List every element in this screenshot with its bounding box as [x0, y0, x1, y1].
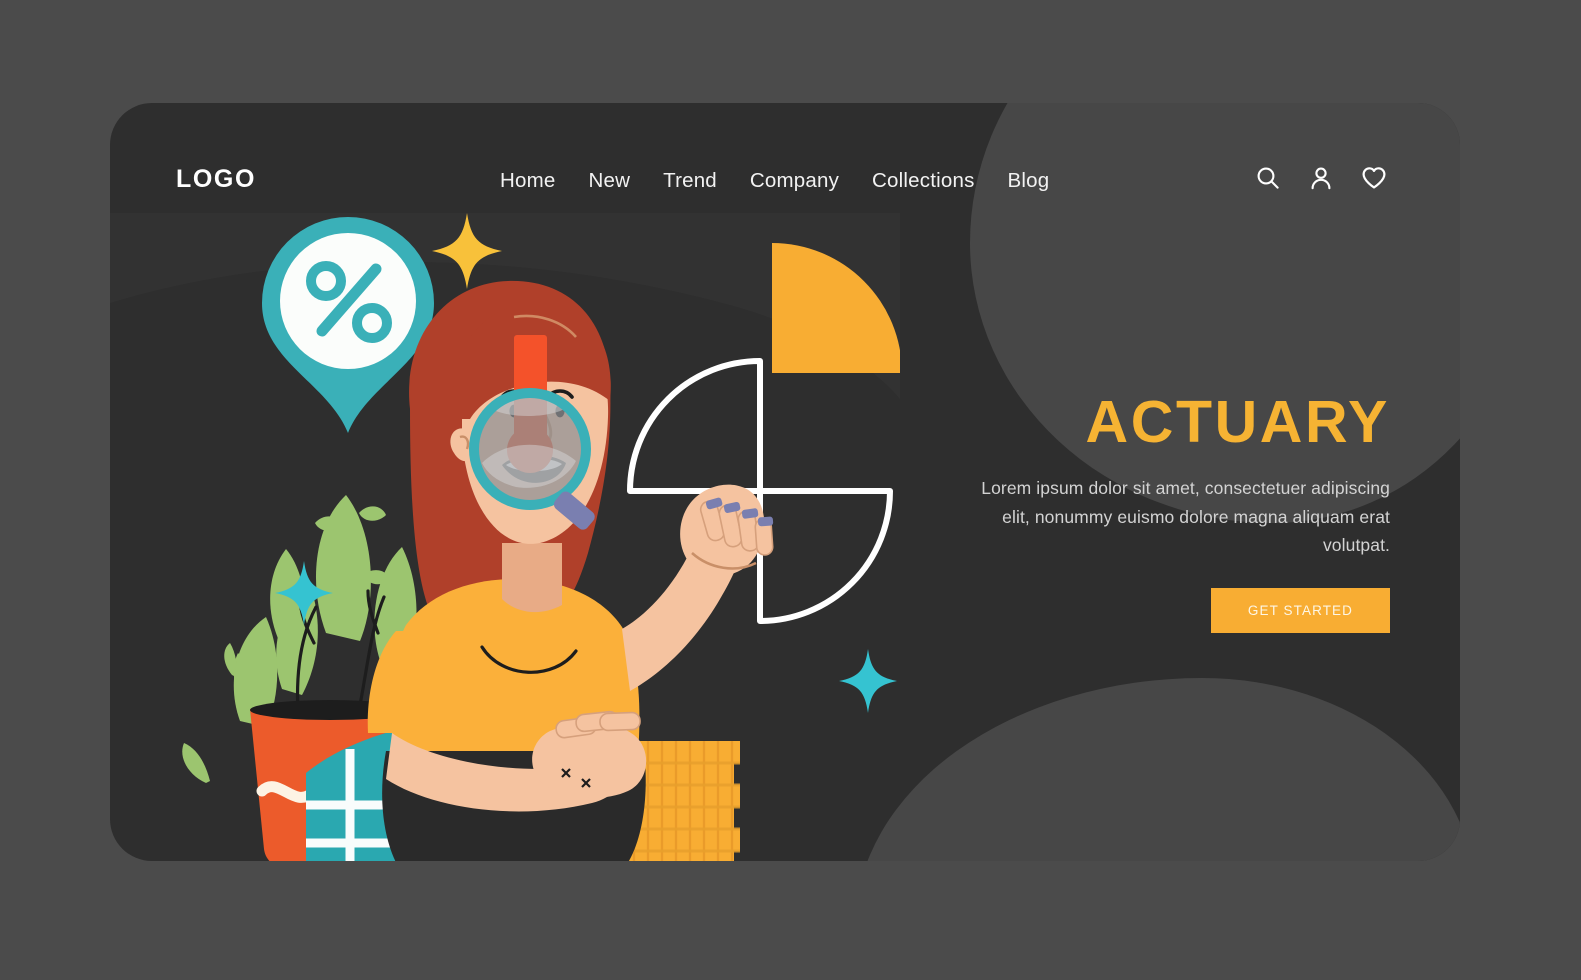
nav-link-home[interactable]: Home — [500, 169, 555, 193]
landing-card: LOGO Home New Trend Company Collections … — [110, 103, 1460, 861]
page-root: LOGO Home New Trend Company Collections … — [0, 0, 1581, 980]
actuary-hero-illustration — [110, 213, 900, 861]
decorative-blob-bottom — [855, 678, 1460, 861]
hero-text-block: ACTUARY Lorem ipsum dolor sit amet, cons… — [950, 393, 1390, 633]
nav-link-collections[interactable]: Collections — [872, 169, 974, 193]
nav-link-new[interactable]: New — [588, 169, 630, 193]
logo[interactable]: LOGO — [176, 165, 256, 194]
sparkle-star-cyan-right — [839, 649, 897, 713]
nav-link-trend[interactable]: Trend — [663, 169, 717, 193]
user-icon[interactable] — [1308, 165, 1334, 191]
search-icon[interactable] — [1255, 165, 1281, 191]
navbar: LOGO Home New Trend Company Collections … — [110, 103, 1460, 268]
neck — [502, 543, 562, 613]
pie-slice-bottom — [757, 488, 893, 624]
page-title: ACTUARY — [1085, 389, 1390, 455]
pie-slice-left — [627, 358, 763, 494]
get-started-button[interactable]: GET STARTED — [1210, 587, 1390, 633]
hero-description: Lorem ipsum dolor sit amet, consectetuer… — [981, 478, 1390, 556]
nav-links: Home New Trend Company Collections Blog — [500, 169, 1049, 193]
nav-link-company[interactable]: Company — [750, 169, 839, 193]
shirt-sleeve-left — [367, 631, 414, 733]
heart-icon[interactable] — [1361, 165, 1387, 191]
nav-icons — [1255, 165, 1387, 191]
nav-link-blog[interactable]: Blog — [1008, 169, 1050, 193]
